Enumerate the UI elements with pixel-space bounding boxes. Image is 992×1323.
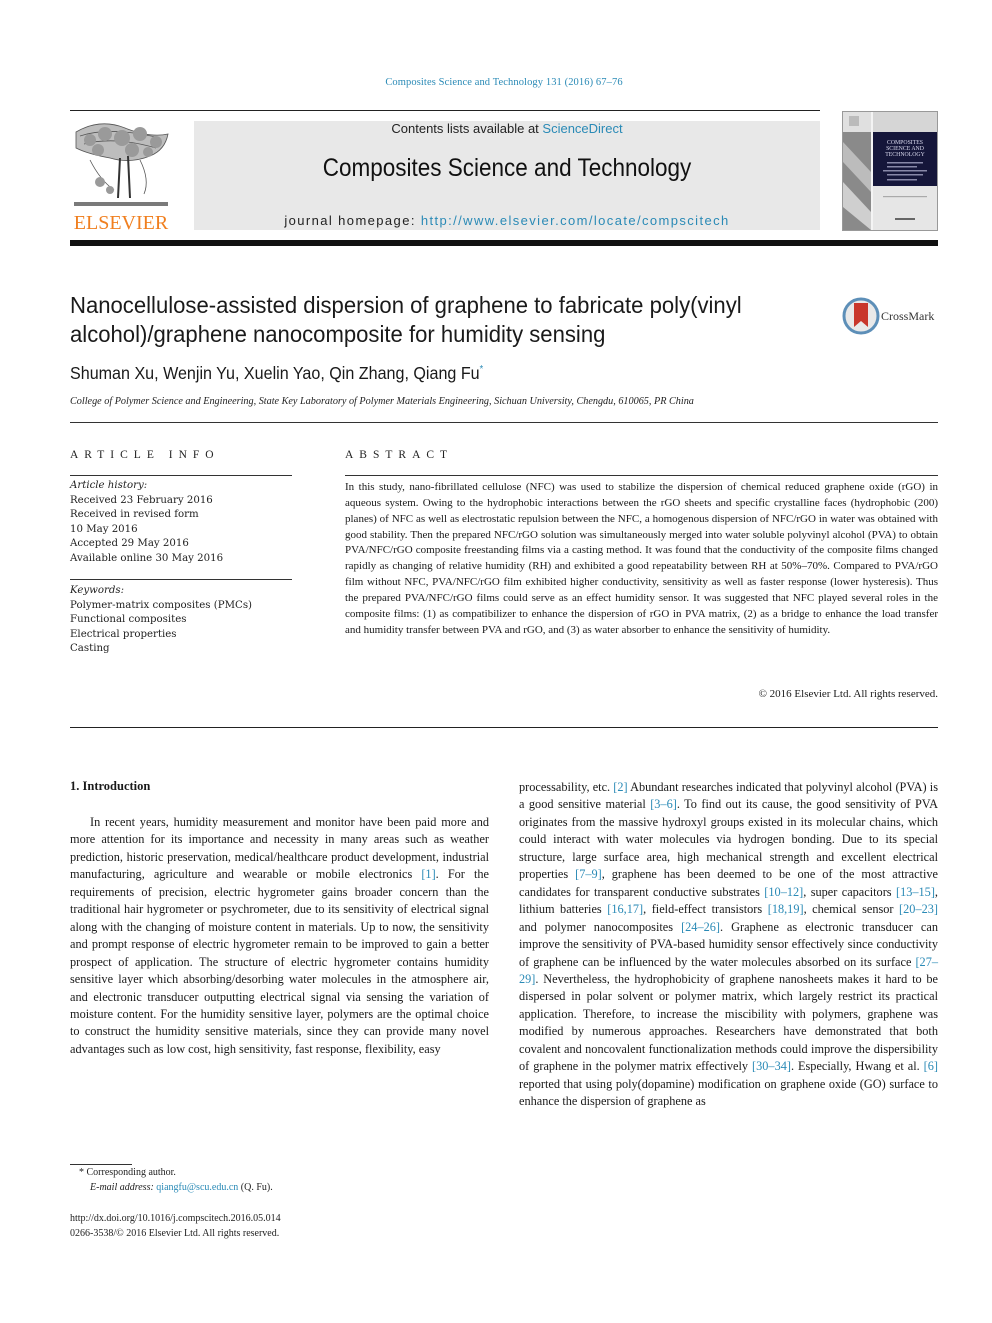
history-entry: Received 23 February 2016 [70, 494, 213, 506]
history-entry: Accepted 29 May 2016 [70, 538, 189, 549]
article-title: Nanocellulose-assisted dispersion of gra… [70, 292, 742, 347]
article-info-rule [70, 579, 292, 580]
sciencedirect-link[interactable]: ScienceDirect [542, 121, 622, 136]
section-heading-introduction: 1. Introduction [70, 779, 151, 793]
body-text-run: , field-effect transistors [643, 902, 768, 917]
journal-cover-image: COMPOSITES SCIENCE AND TECHNOLOGY [843, 112, 937, 230]
corresponding-author-note: * Corresponding author. [79, 1167, 176, 1178]
keyword-item: Casting [70, 643, 110, 654]
email-footnote: E-mail address: qiangfu@scu.edu.cn (Q. F… [90, 1180, 273, 1195]
author-list: Shuman Xu, Wenjin Yu, Xuelin Yao, Qin Zh… [70, 363, 483, 384]
section-divider [70, 727, 938, 728]
article-info-heading: ARTICLE INFO [70, 449, 220, 461]
article-history: Article history: Received 23 February 20… [70, 479, 292, 566]
header-thick-rule [70, 240, 938, 246]
history-entry: Available online 30 May 2016 [70, 552, 224, 564]
tree-icon [70, 120, 172, 212]
keyword-item: Electrical properties [70, 628, 177, 640]
journal-title: Composites Science and Technology [322, 154, 692, 182]
keywords-list: Keywords: Polymer-matrix composites (PMC… [70, 584, 292, 657]
citation-link[interactable]: [10–12] [764, 885, 803, 899]
contents-available-line: Contents lists available at ScienceDirec… [194, 121, 820, 136]
abstract-text: In this study, nano-fibrillated cellulos… [345, 481, 938, 636]
issn-copyright: 0266-3538/© 2016 Elsevier Ltd. All right… [70, 1228, 280, 1239]
citation-link[interactable]: [7–9] [575, 867, 602, 881]
header-rule [70, 110, 820, 111]
citation-link[interactable]: [20–23] [899, 902, 938, 916]
body-text-run: , super capacitors [803, 884, 896, 899]
section-divider [70, 422, 938, 423]
homepage-prefix: journal homepage: [284, 213, 421, 228]
article-info-rule [70, 475, 292, 476]
journal-cover-thumbnail[interactable]: COMPOSITES SCIENCE AND TECHNOLOGY [842, 111, 938, 231]
abstract-heading: ABSTRACT [345, 449, 454, 461]
journal-homepage-link[interactable]: http://www.elsevier.com/locate/compscite… [421, 213, 730, 228]
citation-link[interactable]: [30–34] [752, 1059, 791, 1073]
crossmark-icon [842, 297, 880, 335]
body-column-left: In recent years, humidity measurement an… [70, 814, 489, 1058]
doi-link[interactable]: http://dx.doi.org/10.1016/j.compscitech.… [70, 1211, 281, 1226]
cover-title-line: TECHNOLOGY [885, 152, 925, 158]
corresponding-author-marker[interactable]: * [480, 364, 484, 375]
body-text-run: . For the requirements of precision, ele… [70, 867, 489, 1056]
email-label: E-mail address: [90, 1182, 157, 1193]
citation-link[interactable]: [16,17] [607, 902, 643, 916]
keywords-label: Keywords: [70, 585, 125, 596]
citation-link[interactable]: [6] [924, 1059, 938, 1073]
citation-link[interactable]: [1] [421, 867, 435, 881]
elsevier-wordmark: ELSEVIER [73, 212, 169, 234]
keyword-item: Functional composites [70, 614, 187, 625]
abstract-copyright: © 2016 Elsevier Ltd. All rights reserved… [758, 688, 938, 700]
keyword-item: Polymer-matrix composites (PMCs) [70, 599, 253, 611]
article-history-label: Article history: [70, 480, 148, 491]
body-text-run: processability, etc. [519, 780, 614, 794]
body-text-run: reported that using poly(dopamine) modif… [519, 1076, 938, 1109]
citation-link[interactable]: [24–26] [681, 920, 720, 934]
journal-homepage-line: journal homepage: http://www.elsevier.co… [194, 213, 820, 228]
email-suffix: (Q. Fu). [238, 1182, 273, 1193]
author-email-link[interactable]: qiangfu@scu.edu.cn [156, 1182, 238, 1193]
cover-title-text: COMPOSITES SCIENCE AND TECHNOLOGY [885, 140, 925, 158]
authors-text: Shuman Xu, Wenjin Yu, Xuelin Yao, Qin Zh… [70, 363, 480, 383]
citation-link[interactable]: [2] [613, 780, 627, 794]
crossmark-label[interactable]: CrossMark [881, 309, 934, 324]
journal-citation-link[interactable]: Composites Science and Technology 131 (2… [0, 77, 992, 88]
citation-link[interactable]: [3–6] [650, 797, 677, 811]
citation-link[interactable]: [18,19] [768, 902, 804, 916]
author-affiliation: College of Polymer Science and Engineeri… [70, 396, 694, 407]
body-text-run: , chemical sensor [803, 902, 900, 917]
body-column-right: processability, etc. [2] Abundant resear… [519, 779, 938, 1111]
history-entry: 10 May 2016 [70, 523, 138, 535]
body-text-run: . Especially, Hwang et al. [790, 1059, 924, 1074]
history-entry: Received in revised form [70, 509, 199, 520]
citation-link[interactable]: [13–15] [896, 885, 935, 899]
abstract-rule [345, 475, 938, 476]
body-text-run: and polymer nanocomposites [519, 919, 682, 934]
contents-prefix: Contents lists available at [391, 121, 543, 136]
